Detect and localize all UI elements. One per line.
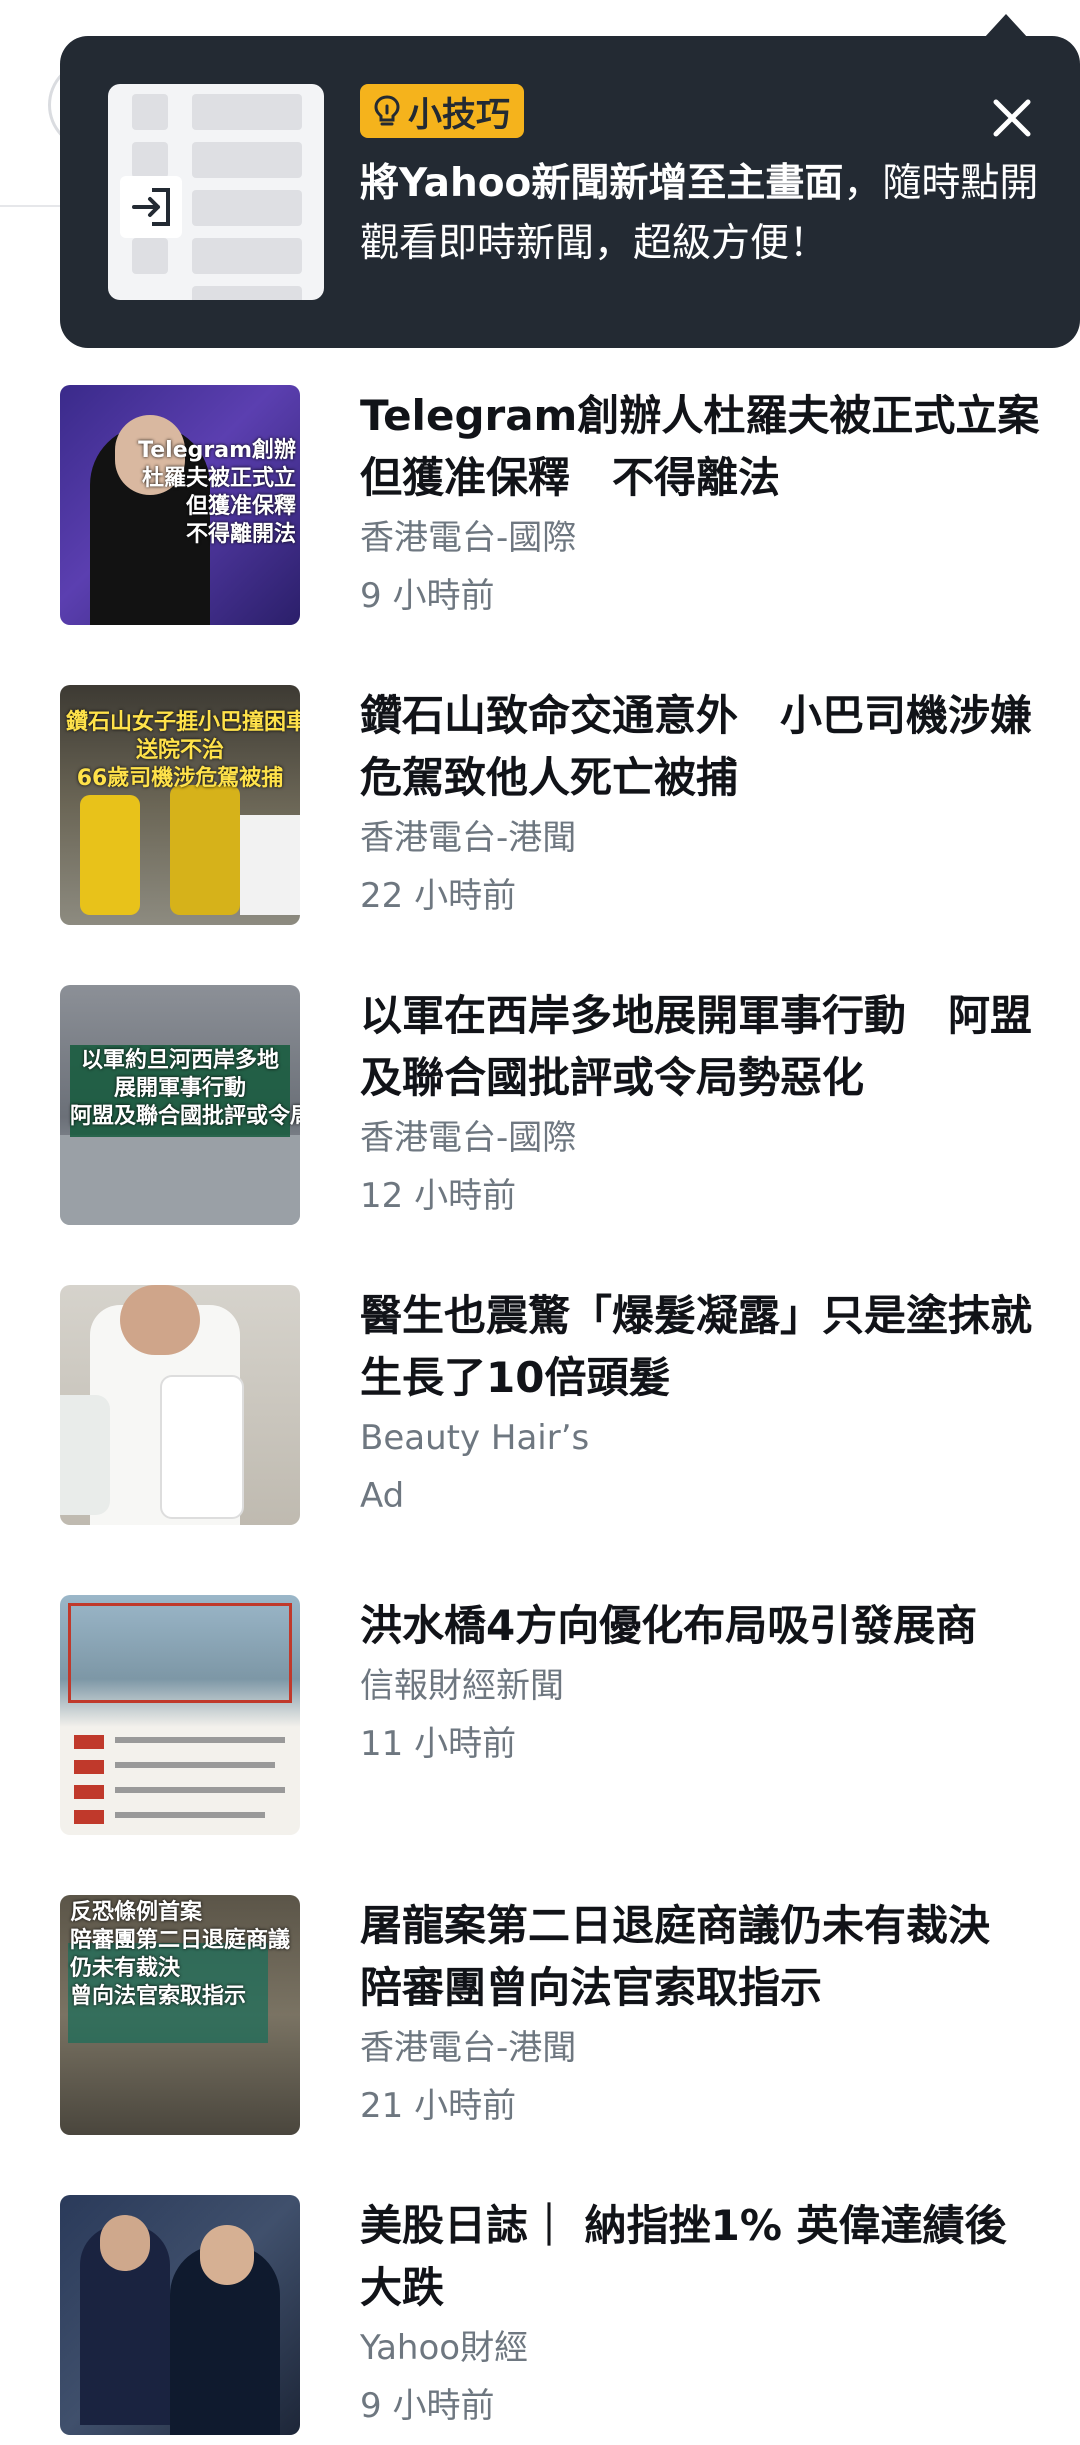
news-thumbnail[interactable]: 反恐條例首案 陪審團第二日退庭商議 仍未有裁決 曾向法官索取指示 bbox=[60, 1895, 300, 2135]
news-item[interactable]: 反恐條例首案 陪審團第二日退庭商議 仍未有裁決 曾向法官索取指示 屠龍案第二日退… bbox=[0, 1895, 1080, 2145]
news-time: 11 小時前 bbox=[360, 1724, 517, 1764]
news-title[interactable]: 以軍在西岸多地展開軍事行動 阿盟及聯合國批評或令局勢惡化 bbox=[360, 985, 1040, 1109]
close-button[interactable] bbox=[986, 92, 1038, 144]
news-thumbnail[interactable]: 鑽石山女子捱小巴撞困車底 送院不治 66歲司機涉危駕被捕 bbox=[60, 685, 300, 925]
tip-pointer bbox=[984, 14, 1028, 38]
news-item[interactable]: 美股日誌｜ 納指挫1% 英偉達績後大跌 Yahoo財經 9 小時前 bbox=[0, 2195, 1080, 2445]
thumb-caption: 以軍約旦河西岸多地 展開軍事行動 阿盟及聯合國批評或令局勢惡化 bbox=[70, 1048, 300, 1129]
home-screen-illustration bbox=[108, 84, 324, 300]
news-source: 信報財經新聞 bbox=[360, 1666, 564, 1706]
news-source: 香港電台-港聞 bbox=[360, 2028, 577, 2068]
thumb-caption: 鑽石山女子捱小巴撞困車底 送院不治 66歲司機涉危駕被捕 bbox=[66, 710, 300, 791]
add-to-home-tip-popup: 小技巧 將Yahoo新聞新增至主畫面，隨時點開觀看即時新聞，超級方便！ bbox=[60, 14, 1080, 348]
news-title[interactable]: 屠龍案第二日退庭商議仍未有裁決 陪審團曾向法官索取指示 bbox=[360, 1895, 1040, 2019]
news-item[interactable]: Telegram創辦 杜羅夫被正式立 但獲准保釋 不得離開法 Telegram創… bbox=[0, 385, 1080, 635]
news-source: 香港電台-國際 bbox=[360, 518, 577, 558]
news-source: Yahoo財經 bbox=[360, 2328, 529, 2368]
tip-message: 將Yahoo新聞新增至主畫面，隨時點開觀看即時新聞，超級方便！ bbox=[360, 154, 1050, 274]
thumb-caption: 反恐條例首案 陪審團第二日退庭商議 仍未有裁決 曾向法官索取指示 bbox=[70, 1900, 291, 2009]
news-title[interactable]: 鑽石山致命交通意外 小巴司機涉嫌危駕致他人死亡被捕 bbox=[360, 685, 1040, 809]
close-icon[interactable] bbox=[992, 98, 1032, 138]
news-time: 12 小時前 bbox=[360, 1176, 517, 1216]
ad-label: Ad bbox=[360, 1476, 405, 1516]
news-source: 香港電台-港聞 bbox=[360, 818, 577, 858]
news-item[interactable]: 洪水橋4方向優化布局吸引發展商 信報財經新聞 11 小時前 bbox=[0, 1595, 1080, 1845]
news-time: 21 小時前 bbox=[360, 2086, 517, 2126]
news-title[interactable]: 美股日誌｜ 納指挫1% 英偉達績後大跌 bbox=[360, 2195, 1040, 2319]
news-title[interactable]: 洪水橋4方向優化布局吸引發展商 bbox=[360, 1595, 1040, 1657]
news-title[interactable]: 醫生也震驚「爆髮凝露」只是塗抹就生長了10倍頭髮 bbox=[360, 1285, 1040, 1409]
news-item[interactable]: 以軍約旦河西岸多地 展開軍事行動 阿盟及聯合國批評或令局勢惡化 以軍在西岸多地展… bbox=[0, 985, 1080, 1235]
news-time: 9 小時前 bbox=[360, 2386, 495, 2426]
news-item[interactable]: 鑽石山女子捱小巴撞困車底 送院不治 66歲司機涉危駕被捕 鑽石山致命交通意外 小… bbox=[0, 685, 1080, 935]
tip-badge: 小技巧 bbox=[360, 84, 524, 138]
tip-message-bold: 將Yahoo新聞新增至主畫面 bbox=[360, 161, 844, 206]
tip-badge-label: 小技巧 bbox=[408, 94, 510, 135]
news-source: 香港電台-國際 bbox=[360, 1118, 577, 1158]
news-thumbnail[interactable] bbox=[60, 2195, 300, 2435]
news-title[interactable]: Telegram創辦人杜羅夫被正式立案但獲准保釋 不得離法 bbox=[360, 385, 1040, 509]
news-thumbnail[interactable] bbox=[60, 1595, 300, 1835]
news-time: 22 小時前 bbox=[360, 876, 517, 916]
news-time: 9 小時前 bbox=[360, 576, 495, 616]
ad-item[interactable]: 醫生也震驚「爆髮凝露」只是塗抹就生長了10倍頭髮 Beauty Hair’s A… bbox=[0, 1285, 1080, 1535]
ad-sponsor: Beauty Hair’s bbox=[360, 1418, 590, 1458]
thumb-caption: Telegram創辦 杜羅夫被正式立 但獲准保釋 不得離開法 bbox=[138, 438, 296, 547]
news-thumbnail[interactable]: 以軍約旦河西岸多地 展開軍事行動 阿盟及聯合國批評或令局勢惡化 bbox=[60, 985, 300, 1225]
lightbulb-icon bbox=[374, 95, 400, 126]
add-to-home-icon bbox=[132, 188, 170, 226]
news-thumbnail[interactable]: Telegram創辦 杜羅夫被正式立 但獲准保釋 不得離開法 bbox=[60, 385, 300, 625]
ad-thumbnail[interactable] bbox=[60, 1285, 300, 1525]
